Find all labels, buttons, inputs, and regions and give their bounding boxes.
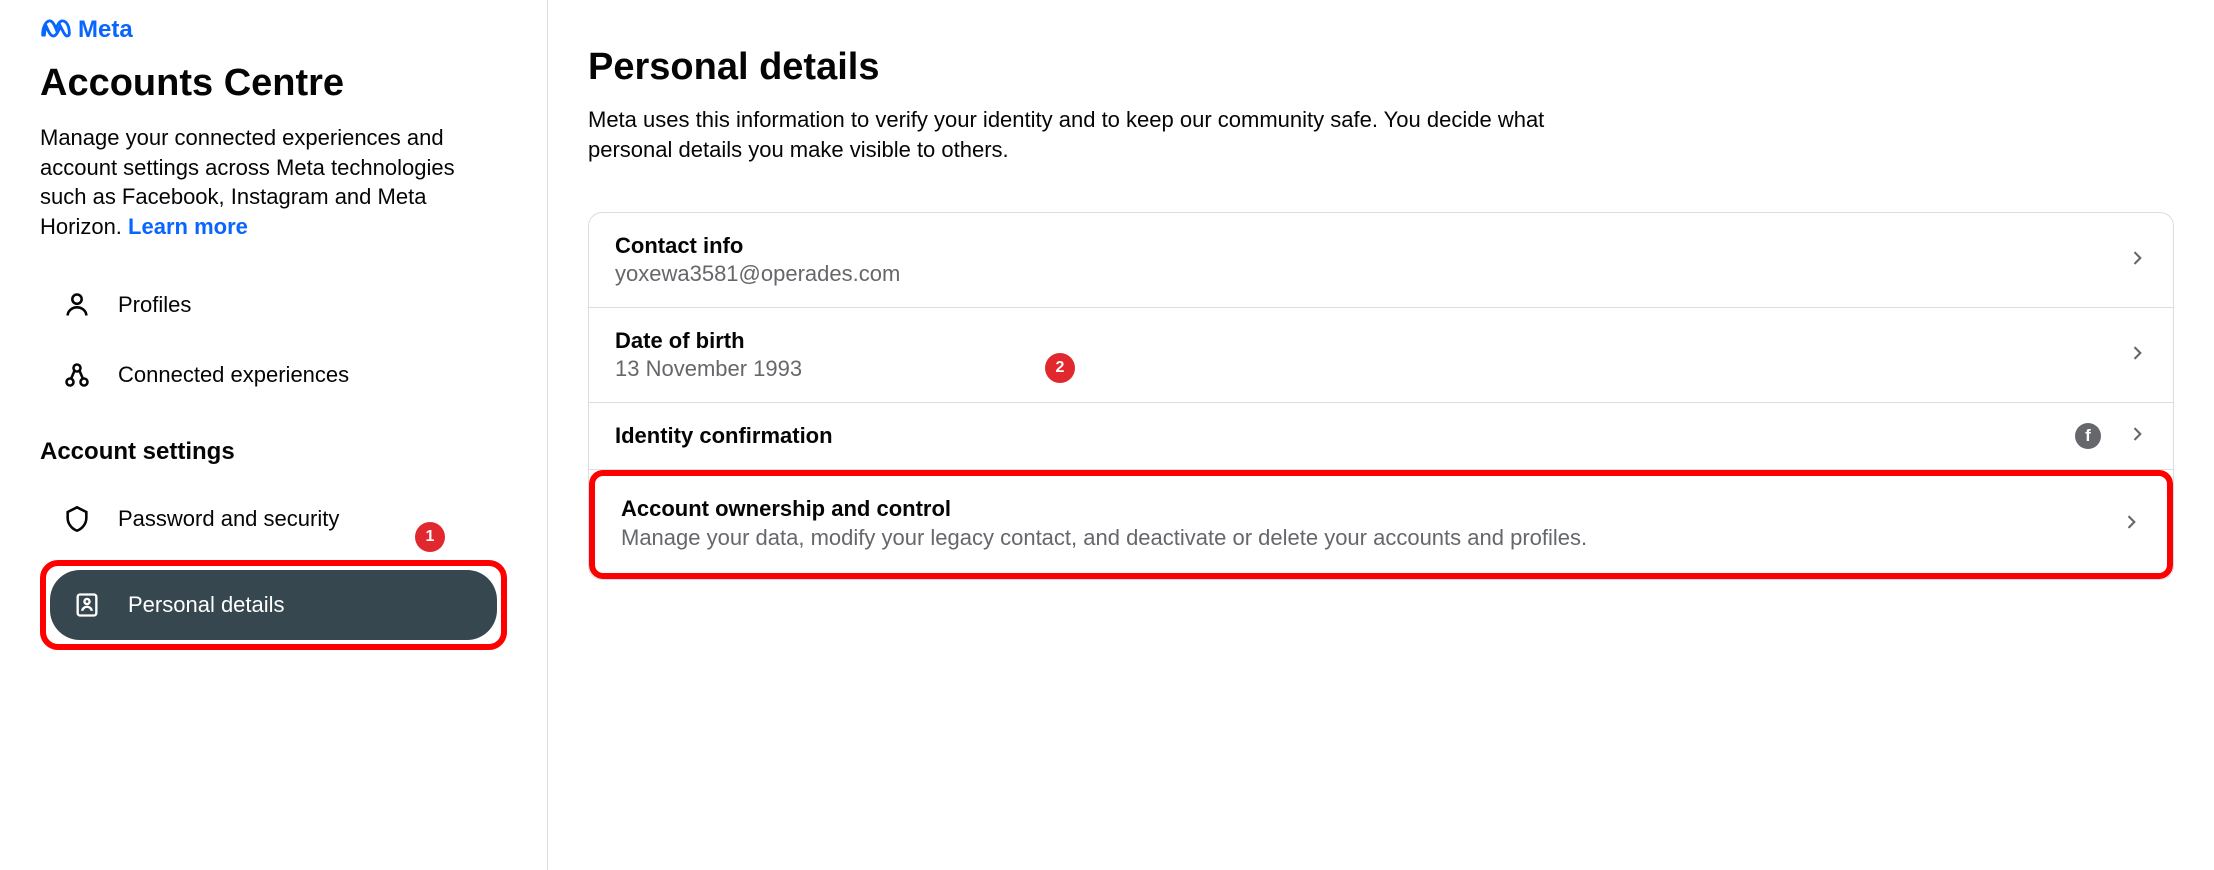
sidebar-description: Manage your connected experiences and ac… <box>40 123 507 242</box>
learn-more-link[interactable]: Learn more <box>128 214 248 239</box>
page-title: Personal details <box>588 46 2174 89</box>
row-date-of-birth[interactable]: Date of birth 13 November 1993 <box>589 308 2173 403</box>
annotation-highlight-1: 1 Personal details <box>40 560 507 650</box>
sidebar-item-connected-experiences[interactable]: Connected experiences <box>40 340 507 410</box>
annotation-badge-1: 1 <box>415 522 445 552</box>
row-content: Date of birth 13 November 1993 <box>615 328 2127 382</box>
facebook-icon: f <box>2075 423 2101 449</box>
row-account-ownership[interactable]: Account ownership and control Manage you… <box>595 476 2167 573</box>
id-card-icon <box>72 590 102 620</box>
sidebar-item-label: Password and security <box>118 506 339 532</box>
meta-logo-icon <box>40 17 72 44</box>
main-content: Personal details Meta uses this informat… <box>548 0 2214 870</box>
meta-brand-text: Meta <box>78 16 133 44</box>
annotation-highlight-2: Account ownership and control Manage you… <box>589 470 2173 579</box>
settings-list: Contact info yoxewa3581@operades.com Dat… <box>588 212 2174 580</box>
row-title: Date of birth <box>615 328 2127 354</box>
chevron-right-icon <box>2121 512 2141 537</box>
row-icons: f <box>2075 423 2147 449</box>
sidebar-item-label: Profiles <box>118 292 191 318</box>
row-content: Account ownership and control Manage you… <box>621 496 2121 553</box>
shield-icon <box>62 504 92 534</box>
chevron-right-icon <box>2127 248 2147 273</box>
row-value: yoxewa3581@operades.com <box>615 261 2127 287</box>
row-content: Contact info yoxewa3581@operades.com <box>615 233 2127 287</box>
sidebar-item-profiles[interactable]: Profiles <box>40 270 507 340</box>
sidebar-item-label: Personal details <box>128 592 285 618</box>
sidebar-section-heading: Account settings <box>40 438 507 466</box>
person-icon <box>62 290 92 320</box>
row-title: Identity confirmation <box>615 423 2075 449</box>
meta-brand: Meta <box>40 16 507 44</box>
row-title: Account ownership and control <box>621 496 2121 522</box>
connected-icon <box>62 360 92 390</box>
chevron-right-icon <box>2127 343 2147 368</box>
sidebar: Meta Accounts Centre Manage your connect… <box>0 0 548 870</box>
row-title: Contact info <box>615 233 2127 259</box>
row-value: 13 November 1993 <box>615 356 2127 382</box>
row-contact-info[interactable]: Contact info yoxewa3581@operades.com <box>589 213 2173 308</box>
chevron-right-icon <box>2127 424 2147 449</box>
sidebar-title: Accounts Centre <box>40 62 507 105</box>
row-content: Identity confirmation <box>615 423 2075 449</box>
row-description: Manage your data, modify your legacy con… <box>621 524 2121 553</box>
sidebar-item-label: Connected experiences <box>118 362 349 388</box>
row-identity-confirmation[interactable]: Identity confirmation f 2 <box>589 403 2173 470</box>
sidebar-item-personal-details[interactable]: Personal details <box>50 570 497 640</box>
page-description: Meta uses this information to verify you… <box>588 105 1568 164</box>
